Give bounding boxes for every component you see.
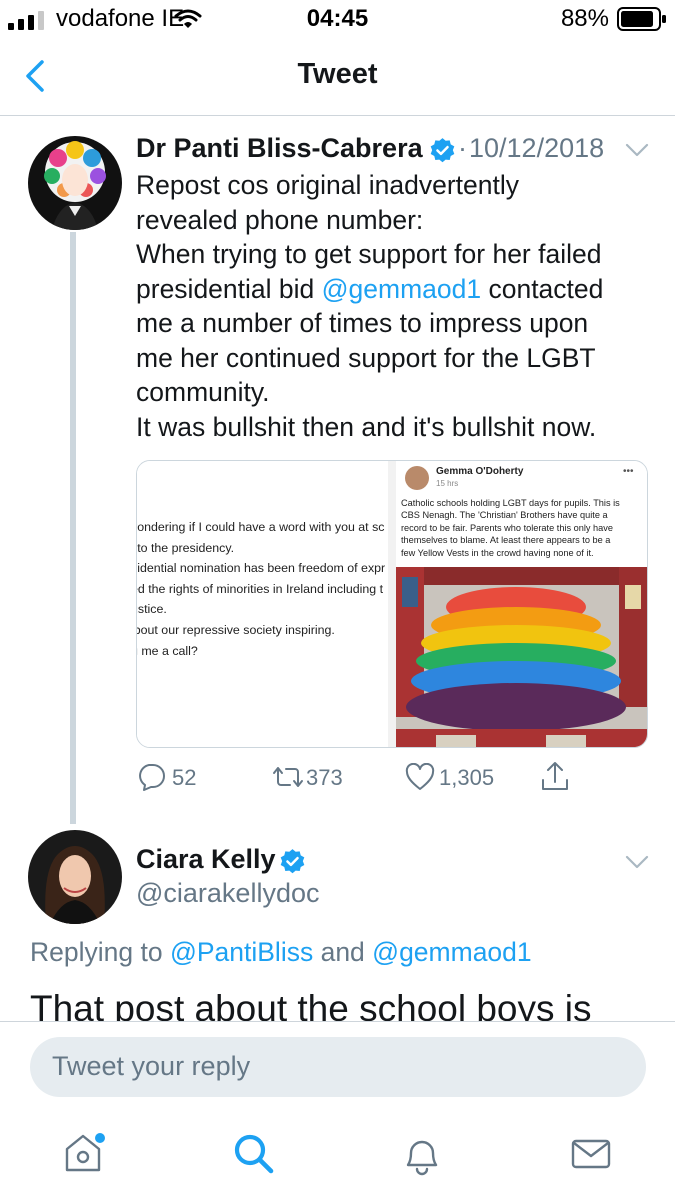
media-left-panel[interactable]: vondering if I could have a word with yo… <box>137 461 387 747</box>
battery-icon <box>617 7 666 31</box>
media-text-line: vondering if I could have a word with yo… <box>137 520 385 534</box>
composer-divider <box>0 1021 675 1022</box>
fb-author: Gemma O'Doherty <box>436 466 524 477</box>
share-icon <box>542 762 568 790</box>
fb-post-text: Catholic schools holding LGBT days for p… <box>401 497 620 559</box>
fb-text-line: record to be fair. Parents who tolerate … <box>401 522 613 533</box>
media-text-line: ed the rights of minorities in Ireland i… <box>137 581 384 596</box>
bell-icon <box>406 1140 438 1176</box>
reply-placeholder: Tweet your reply <box>52 1051 251 1081</box>
tab-home[interactable] <box>62 1130 108 1176</box>
like-count: 1,305 <box>439 765 495 790</box>
tweet-header: Dr Panti Bliss-Cabrera · 10/12/2018 <box>136 133 656 169</box>
tab-bar <box>0 1112 675 1200</box>
replying-and: and <box>313 937 373 967</box>
dot-separator: · <box>458 133 467 163</box>
tweet-line: revealed phone number: <box>136 204 424 235</box>
fb-text-line: CBS Nenagh. The 'Christian' Brothers hav… <box>401 510 608 521</box>
tweet-line: presidential bid @gemmaod1 contacted <box>136 272 656 307</box>
reply-count: 52 <box>172 765 197 790</box>
replying-to: Replying to @PantiBliss and @gemmaod1 <box>30 937 532 968</box>
like-action[interactable]: 1,305 <box>405 762 505 792</box>
retweet-action[interactable]: 373 <box>270 762 360 792</box>
tweet-line: It was bullshit then and it's bullshit n… <box>136 411 597 442</box>
tab-search[interactable] <box>232 1132 276 1176</box>
reply-icon <box>139 764 165 791</box>
mention-link[interactable]: @gemmaod1 <box>322 274 481 304</box>
fb-time: 15 hrs <box>436 479 459 488</box>
media-divider <box>388 461 396 747</box>
media-right-panel[interactable]: Gemma O'Doherty 15 hrs ••• Catholic scho… <box>396 461 647 747</box>
media-text-line: ustice. <box>137 602 167 617</box>
media-text-line: ibout our repressive society inspiring. <box>137 622 335 637</box>
tweet-text: Repost cos original inadvertently reveal… <box>136 168 656 444</box>
author-avatar[interactable] <box>28 136 122 230</box>
reply-author-handle[interactable]: @ciarakellydoc <box>136 878 319 909</box>
author-name[interactable]: Dr Panti Bliss-Cabrera <box>136 133 423 164</box>
chevron-down-icon[interactable] <box>624 141 650 159</box>
group-photo <box>396 567 647 747</box>
fb-text-line: few Yellow Vests in the crowd having non… <box>401 547 594 558</box>
fb-text-line: themselves to blame. At least there appe… <box>401 535 611 546</box>
media-text-line: i to the presidency. <box>137 540 235 555</box>
home-icon <box>65 1133 105 1172</box>
header-divider <box>0 115 675 116</box>
retweet-count: 373 <box>306 765 343 790</box>
replying-prefix: Replying to <box>30 937 170 967</box>
retweet-icon <box>273 767 303 787</box>
tab-notifications[interactable] <box>400 1132 444 1178</box>
mention-link[interactable]: @gemmaod1 <box>372 937 531 967</box>
verified-icon <box>280 849 305 874</box>
reply-author-name[interactable]: Ciara Kelly <box>136 844 276 875</box>
thread-line <box>70 232 76 824</box>
more-icon: ••• <box>623 466 634 477</box>
media-text-line: sidential nomination has been freedom of… <box>137 561 386 576</box>
tweet-line: Repost cos original inadvertently <box>136 170 519 200</box>
media-text-line: g me a call? <box>137 643 198 658</box>
tweet-line: When trying to get support for her faile… <box>136 239 602 269</box>
reply-text: That post about the school boys is <box>30 988 592 1021</box>
verified-icon <box>430 138 455 163</box>
search-icon <box>234 1134 274 1174</box>
avatar-image <box>28 830 122 924</box>
mention-link[interactable]: @PantiBliss <box>170 937 313 967</box>
chevron-down-icon[interactable] <box>624 853 650 871</box>
tweet-line-fragment: contacted <box>481 273 604 304</box>
fb-avatar <box>405 466 429 490</box>
avatar-image <box>28 136 122 230</box>
reply-text-clip: That post about the school boys is <box>0 980 675 1021</box>
envelope-icon <box>571 1139 611 1169</box>
share-action[interactable] <box>540 760 570 792</box>
heart-icon <box>405 763 435 790</box>
page-title: Tweet <box>297 58 378 90</box>
tab-messages[interactable] <box>570 1136 612 1172</box>
fb-text-line: Catholic schools holding LGBT days for p… <box>401 498 620 508</box>
status-bar: vodafone IE 04:45 88% <box>0 0 675 40</box>
tweet-date: 10/12/2018 <box>469 133 605 163</box>
tweet-line: me a number of times to impress upon <box>136 308 589 338</box>
tweet-media[interactable]: vondering if I could have a word with yo… <box>136 460 648 748</box>
tweet-line-fragment: presidential bid <box>136 273 322 304</box>
reply-author-avatar[interactable] <box>28 830 122 924</box>
tweet-line: me her continued support for the LGBT <box>136 342 596 373</box>
tweet-line: community. <box>136 377 270 407</box>
battery-percent: 88% <box>560 5 609 32</box>
reply-action[interactable]: 52 <box>136 762 216 792</box>
